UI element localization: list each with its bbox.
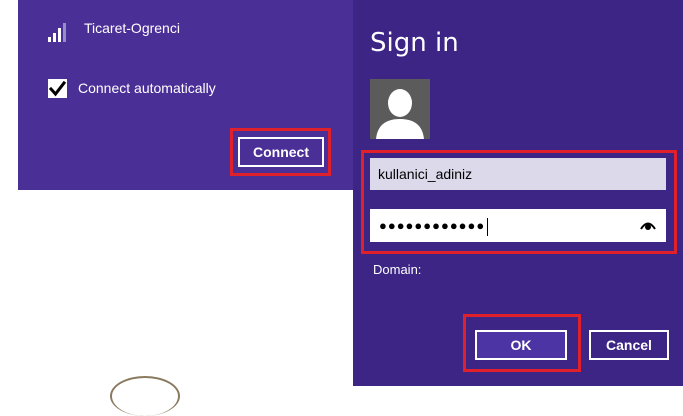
network-name: Ticaret-Ogrenci — [84, 20, 180, 36]
cancel-button[interactable]: Cancel — [589, 330, 669, 360]
domain-label: Domain: — [373, 262, 422, 277]
decorative-arc — [110, 376, 180, 416]
username-field[interactable]: kullanici_adiniz — [370, 158, 666, 190]
checkmark-icon — [49, 80, 66, 97]
text-caret — [487, 217, 489, 236]
connect-automatically-checkbox[interactable] — [48, 79, 67, 98]
user-avatar-icon — [370, 79, 430, 139]
wifi-signal-icon — [48, 22, 70, 42]
eye-icon[interactable] — [640, 220, 656, 230]
connect-button[interactable]: Connect — [238, 137, 324, 167]
connect-automatically-label: Connect automatically — [78, 80, 216, 96]
signin-title: Sign in — [370, 28, 459, 58]
password-mask: ●●●●●●●●●●●● — [379, 218, 486, 233]
ok-button[interactable]: OK — [475, 330, 567, 360]
password-field[interactable]: ●●●●●●●●●●●● — [370, 209, 666, 242]
